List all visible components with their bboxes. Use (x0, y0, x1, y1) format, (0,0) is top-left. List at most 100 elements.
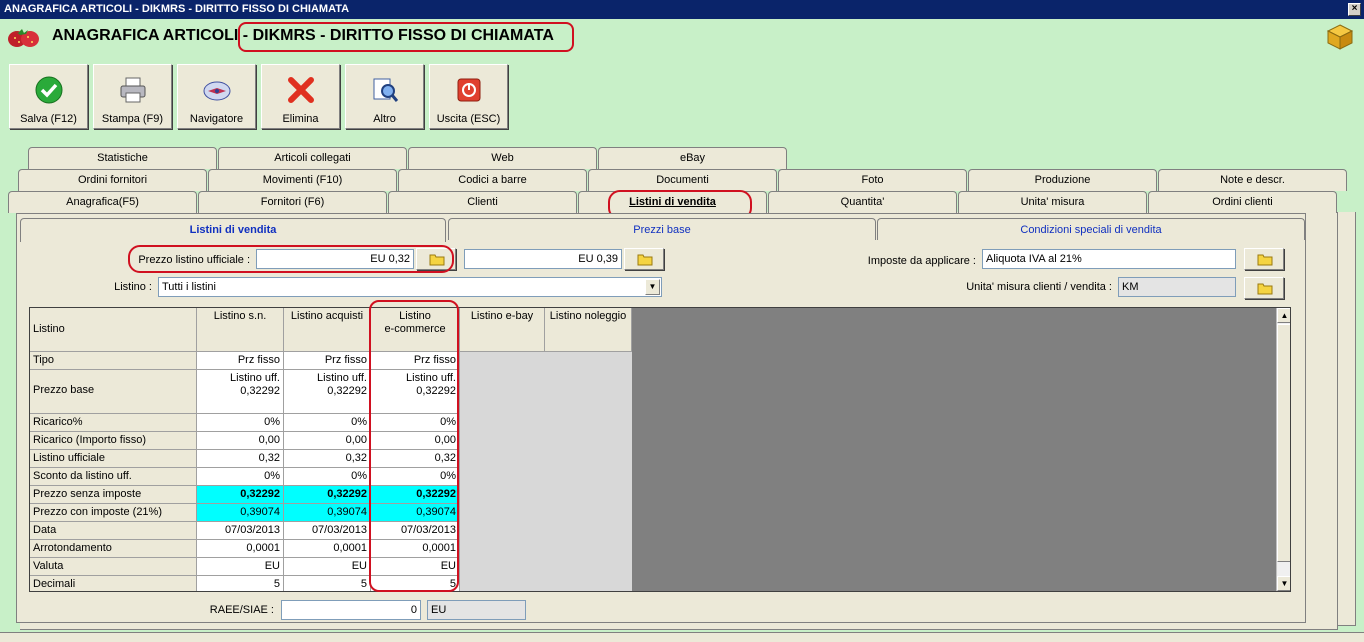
tab-documenti[interactable]: Documenti (588, 169, 777, 191)
official-price-field[interactable]: EU 0,32 (256, 249, 414, 269)
unit-field[interactable]: KM (1118, 277, 1236, 297)
save-button[interactable]: Salva (F12) (9, 64, 88, 129)
grid-cell[interactable]: 0,32292 (284, 486, 371, 504)
grid-cell[interactable]: 0% (371, 468, 460, 486)
grid-cell[interactable]: Prz fisso (197, 352, 284, 370)
tab-clienti[interactable]: Clienti (388, 191, 577, 213)
grid-cell[interactable]: 0% (371, 414, 460, 432)
taxes-label: Imposte da applicare : (867, 255, 976, 267)
taxes-field[interactable]: Aliquota IVA al 21% (982, 249, 1236, 269)
grid-cell[interactable]: 0% (197, 414, 284, 432)
window-title: ANAGRAFICA ARTICOLI - DIKMRS - DIRITTO F… (4, 3, 350, 15)
grid-cell[interactable]: 0,39074 (197, 504, 284, 522)
subtab-listini-di-vendita[interactable]: Listini di vendita (20, 218, 446, 242)
listino-select[interactable]: Tutti i listini ▼ (158, 277, 662, 297)
grid-cell[interactable]: 0,39074 (284, 504, 371, 522)
grid-empty-cell[interactable] (460, 558, 632, 576)
price-with-tax-field[interactable]: EU 0,39 (464, 249, 622, 269)
grid-cell[interactable]: 0% (197, 468, 284, 486)
grid-cell[interactable]: Prz fisso (284, 352, 371, 370)
tab-ordini-clienti[interactable]: Ordini clienti (1148, 191, 1337, 213)
raee-field[interactable]: 0 (281, 600, 421, 620)
grid-cell[interactable]: 07/03/2013 (197, 522, 284, 540)
tab-statistiche[interactable]: Statistiche (28, 147, 217, 169)
grid-cell[interactable]: 5 (371, 576, 460, 591)
tab-anagrafica[interactable]: Anagrafica(F5) (8, 191, 197, 213)
print-button[interactable]: Stampa (F9) (93, 64, 172, 129)
grid-cell[interactable]: 0,32292 (197, 486, 284, 504)
grid-cell[interactable]: 0,0001 (197, 540, 284, 558)
chevron-down-icon[interactable]: ▼ (645, 279, 660, 295)
grid-cell[interactable]: 07/03/2013 (371, 522, 460, 540)
official-price-folder-button[interactable] (416, 248, 456, 270)
grid-cell[interactable]: 0,0001 (371, 540, 460, 558)
grid-empty-cell[interactable] (460, 352, 632, 370)
subtab-prezzi-base[interactable]: Prezzi base (448, 218, 876, 240)
tab-ebay[interactable]: eBay (598, 147, 787, 169)
tab-quantita[interactable]: Quantita' (768, 191, 957, 213)
grid-cell[interactable]: 0,0001 (284, 540, 371, 558)
raee-currency-field: EU (427, 600, 526, 620)
grid-cell[interactable]: Listino uff. 0,32292 (197, 370, 284, 414)
grid-cell[interactable]: 0,32 (284, 450, 371, 468)
grid-empty-cell[interactable] (460, 468, 632, 486)
tab-produzione[interactable]: Produzione (968, 169, 1157, 191)
grid-cell[interactable]: 0,39074 (371, 504, 460, 522)
vertical-scrollbar[interactable]: ▲ ▼ (1276, 308, 1290, 591)
scroll-down-icon[interactable]: ▼ (1277, 576, 1290, 591)
grid-cell[interactable]: 0,00 (371, 432, 460, 450)
unit-folder-button[interactable] (1244, 277, 1284, 299)
folder-icon (429, 254, 445, 266)
delete-button[interactable]: Elimina (261, 64, 340, 129)
grid-cell[interactable]: 0,32 (371, 450, 460, 468)
tab-unita-misura[interactable]: Unita' misura (958, 191, 1147, 213)
grid-empty-cell[interactable] (460, 414, 632, 432)
tab-codici-a-barre[interactable]: Codici a barre (398, 169, 587, 191)
grid-row-label: Prezzo senza imposte (30, 486, 197, 504)
tab-foto[interactable]: Foto (778, 169, 967, 191)
grid-cell[interactable]: 0% (284, 468, 371, 486)
tab-note-e-descr[interactable]: Note e descr. (1158, 169, 1347, 191)
grid-empty-cell[interactable] (460, 522, 632, 540)
grid-cell[interactable]: Listino uff. 0,32292 (371, 370, 460, 414)
other-button[interactable]: Altro (345, 64, 424, 129)
close-icon[interactable]: × (1348, 3, 1361, 16)
grid-empty-cell[interactable] (460, 432, 632, 450)
tab-web[interactable]: Web (408, 147, 597, 169)
grid-empty-cell[interactable] (460, 576, 632, 591)
grid-cell[interactable]: Listino uff. 0,32292 (284, 370, 371, 414)
grid-row-label: Ricarico (Importo fisso) (30, 432, 197, 450)
subtab-condizioni-speciali[interactable]: Condizioni speciali di vendita (877, 218, 1305, 240)
grid-cell[interactable]: 0% (284, 414, 371, 432)
strawberry-logo-icon (8, 29, 39, 47)
grid-cell[interactable]: 0,00 (197, 432, 284, 450)
grid-cell[interactable]: 5 (284, 576, 371, 591)
grid-empty-cell[interactable] (460, 370, 632, 414)
tab-movimenti[interactable]: Movimenti (F10) (208, 169, 397, 191)
scrollbar-thumb[interactable] (1277, 324, 1290, 562)
tab-fornitori[interactable]: Fornitori (F6) (198, 191, 387, 213)
grid-cell[interactable]: 07/03/2013 (284, 522, 371, 540)
tab-listini-di-vendita[interactable]: Listini di vendita (578, 191, 767, 213)
grid-cell[interactable]: Prz fisso (371, 352, 460, 370)
grid-empty-cell[interactable] (460, 450, 632, 468)
grid-cell[interactable]: EU (371, 558, 460, 576)
price-with-tax-folder-button[interactable] (624, 248, 664, 270)
scroll-up-icon[interactable]: ▲ (1277, 308, 1290, 323)
tab-articoli-collegati[interactable]: Articoli collegati (218, 147, 407, 169)
grid-empty-cell[interactable] (460, 504, 632, 522)
package-icon[interactable] (1326, 23, 1354, 51)
grid-cell[interactable]: 0,00 (284, 432, 371, 450)
grid-empty-cell[interactable] (460, 540, 632, 558)
grid-cell[interactable]: EU (197, 558, 284, 576)
navigator-button[interactable]: Navigatore (177, 64, 256, 129)
tab-ordini-fornitori[interactable]: Ordini fornitori (18, 169, 207, 191)
grid-cell[interactable]: 0,32292 (371, 486, 460, 504)
grid-cell[interactable]: 0,32 (197, 450, 284, 468)
exit-button[interactable]: Uscita (ESC) (429, 64, 508, 129)
grid-column-header: Listino acquisti (284, 308, 371, 352)
grid-cell[interactable]: EU (284, 558, 371, 576)
grid-empty-cell[interactable] (460, 486, 632, 504)
taxes-folder-button[interactable] (1244, 248, 1284, 270)
grid-cell[interactable]: 5 (197, 576, 284, 591)
